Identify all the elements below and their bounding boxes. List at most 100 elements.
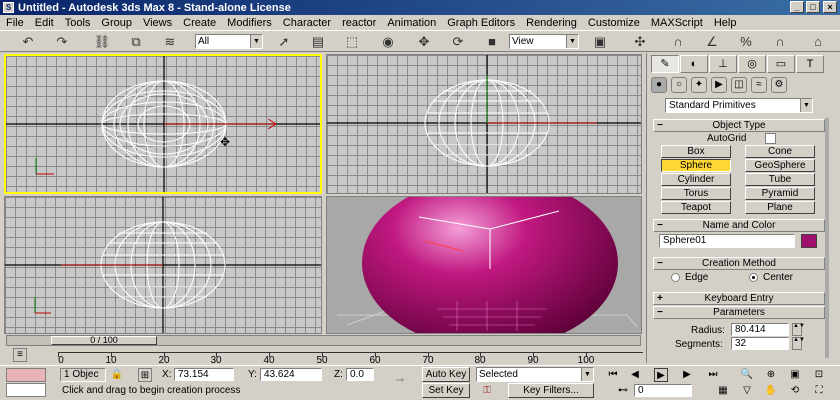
select-and-link-icon[interactable]: ⛓: [92, 33, 112, 51]
bind-space-warp-icon[interactable]: ≋: [160, 33, 180, 51]
space-warps-icon[interactable]: ≈: [751, 77, 767, 93]
modify-tab-icon[interactable]: ◐: [680, 55, 708, 73]
keyboard-entry-rollout-header[interactable]: + Keyboard Entry: [653, 292, 825, 305]
close-button[interactable]: ×: [823, 1, 837, 13]
spinner-snap-icon[interactable]: ∩: [770, 33, 790, 51]
zoom-all-icon[interactable]: ⊕: [764, 368, 778, 382]
menu-group[interactable]: Group: [101, 17, 132, 29]
window-crossing-icon[interactable]: ◉: [378, 33, 398, 51]
creation-method-rollout-header[interactable]: − Creation Method: [653, 257, 825, 270]
menu-edit[interactable]: Edit: [35, 17, 54, 29]
box-button[interactable]: Box: [661, 145, 731, 158]
radius-spinner[interactable]: ▲▼: [792, 323, 805, 336]
undo-icon[interactable]: ↶: [18, 33, 38, 51]
segments-field[interactable]: 32: [731, 337, 789, 350]
time-slider[interactable]: 0 / 100: [6, 335, 641, 346]
reference-coordinate-dropdown[interactable]: View ▼: [509, 34, 579, 49]
select-and-rotate-icon[interactable]: ⟳: [448, 33, 468, 51]
key-mode-toggle-icon[interactable]: ⊷: [616, 384, 630, 398]
menu-tools[interactable]: Tools: [65, 17, 91, 29]
sphere-button[interactable]: Sphere: [661, 159, 731, 172]
y-coordinate-field[interactable]: 43.624: [260, 368, 322, 381]
maximize-button[interactable]: □: [806, 1, 820, 13]
hierarchy-tab-icon[interactable]: ⊥: [709, 55, 737, 73]
field-of-view-icon[interactable]: ▽: [740, 384, 754, 398]
menu-help[interactable]: Help: [714, 17, 737, 29]
x-coordinate-field[interactable]: 73.154: [174, 368, 234, 381]
previous-frame-icon[interactable]: ◀: [628, 368, 642, 382]
key-icon[interactable]: ⊸: [388, 374, 412, 388]
display-tab-icon[interactable]: ▭: [767, 55, 795, 73]
time-slider-thumb[interactable]: 0 / 100: [51, 336, 157, 345]
create-tab-icon[interactable]: ✎: [651, 55, 679, 73]
go-to-end-icon[interactable]: ⏭: [706, 368, 720, 382]
go-to-start-icon[interactable]: ⏮: [606, 368, 620, 382]
use-pivot-center-icon[interactable]: ▣: [590, 33, 610, 51]
autogrid-checkbox[interactable]: [765, 133, 776, 144]
key-mode-dropdown[interactable]: Selected ▼: [476, 367, 594, 382]
angle-snap-icon[interactable]: ∠: [702, 33, 722, 51]
z-coordinate-field[interactable]: 0.0: [346, 368, 374, 381]
segments-spinner[interactable]: ▲▼: [792, 337, 805, 350]
menu-reactor[interactable]: reactor: [342, 17, 376, 29]
object-type-rollout-header[interactable]: − Object Type: [653, 119, 825, 132]
pan-view-icon[interactable]: ✋: [764, 384, 778, 398]
radius-field[interactable]: 80.414: [731, 323, 789, 336]
time-configuration-icon[interactable]: ▦: [716, 384, 730, 398]
edit-named-selection-icon[interactable]: ⌂: [808, 33, 828, 51]
plane-button[interactable]: Plane: [745, 201, 815, 214]
select-by-name-icon[interactable]: ▤: [308, 33, 328, 51]
center-radio[interactable]: [749, 273, 758, 282]
absolute-mode-icon[interactable]: ⊞: [138, 368, 152, 382]
maximize-viewport-icon[interactable]: ⛶: [812, 384, 826, 398]
auto-key-button[interactable]: Auto Key: [422, 367, 470, 382]
viewport-front[interactable]: [326, 54, 642, 194]
edge-radio[interactable]: [671, 273, 680, 282]
set-key-button[interactable]: Set Key: [422, 383, 470, 398]
menu-create[interactable]: Create: [183, 17, 216, 29]
motion-tab-icon[interactable]: ◎: [738, 55, 766, 73]
select-object-icon[interactable]: ➚: [274, 33, 294, 51]
menu-customize[interactable]: Customize: [588, 17, 640, 29]
shapes-icon[interactable]: ○: [671, 77, 687, 93]
next-frame-icon[interactable]: ▶: [680, 368, 694, 382]
lock-selection-icon[interactable]: 🔒: [110, 368, 124, 382]
rectangular-selection-icon[interactable]: ⬚: [342, 33, 362, 51]
mini-curve-editor-icon[interactable]: ≡: [13, 348, 27, 362]
menu-modifiers[interactable]: Modifiers: [227, 17, 272, 29]
menu-rendering[interactable]: Rendering: [526, 17, 577, 29]
redo-icon[interactable]: ↷: [52, 33, 72, 51]
current-frame-field[interactable]: 0: [634, 384, 692, 397]
select-and-move-icon[interactable]: ✥: [414, 33, 434, 51]
systems-icon[interactable]: ⚙: [771, 77, 787, 93]
viewport-left[interactable]: [4, 196, 322, 334]
helpers-icon[interactable]: ◫: [731, 77, 747, 93]
viewport-top[interactable]: ✥: [4, 54, 322, 194]
maxscript-input-mini[interactable]: [6, 383, 46, 397]
object-name-field[interactable]: Sphere01: [659, 234, 795, 248]
3ds-max-app-icon[interactable]: S: [3, 2, 14, 13]
cone-button[interactable]: Cone: [745, 145, 815, 158]
teapot-button[interactable]: Teapot: [661, 201, 731, 214]
zoom-extents-icon[interactable]: ▣: [788, 368, 802, 382]
cylinder-button[interactable]: Cylinder: [661, 173, 731, 186]
minimize-button[interactable]: _: [790, 1, 804, 13]
utilities-tab-icon[interactable]: T: [796, 55, 824, 73]
category-dropdown[interactable]: Standard Primitives ▼: [665, 98, 813, 113]
parameters-rollout-header[interactable]: − Parameters: [653, 306, 825, 319]
snaps-toggle-icon[interactable]: ∩: [668, 33, 688, 51]
timeline-ruler[interactable]: 0 10 20 30 40 50 60 70 80 90 100: [58, 352, 643, 366]
menu-graph-editors[interactable]: Graph Editors: [447, 17, 515, 29]
select-and-scale-icon[interactable]: ■: [482, 33, 502, 51]
menu-character[interactable]: Character: [283, 17, 331, 29]
play-icon[interactable]: ▶: [654, 368, 668, 382]
selection-filter-dropdown[interactable]: All ▼: [195, 34, 263, 49]
geosphere-button[interactable]: GeoSphere: [745, 159, 815, 172]
menu-animation[interactable]: Animation: [387, 17, 436, 29]
zoom-icon[interactable]: 🔍: [740, 368, 754, 382]
name-color-rollout-header[interactable]: − Name and Color: [653, 219, 825, 232]
maxscript-listener-mini[interactable]: [6, 368, 46, 382]
menu-views[interactable]: Views: [143, 17, 172, 29]
select-and-manipulate-icon[interactable]: ✣: [630, 33, 650, 51]
lights-icon[interactable]: ✦: [691, 77, 707, 93]
